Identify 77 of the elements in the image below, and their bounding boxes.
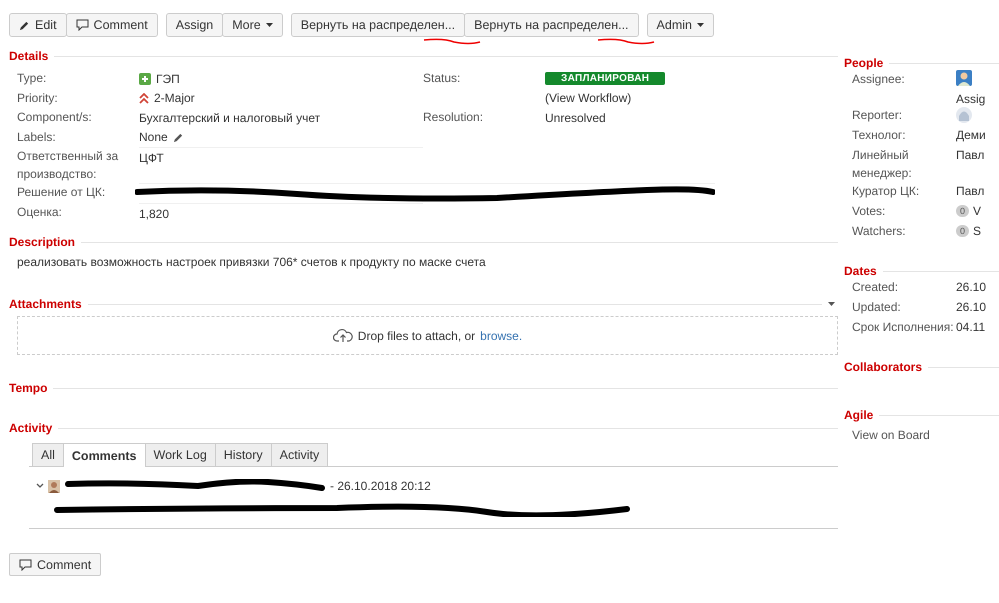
field-label: Reporter:: [852, 107, 904, 124]
cloud-upload-icon: [332, 328, 353, 343]
toolbar-button[interactable]: Admin: [646, 13, 714, 37]
field-value: S: [973, 224, 982, 238]
comment-icon: [19, 558, 32, 570]
field-value: Павл: [956, 148, 984, 162]
field-value: Бухгалтерский и налоговый учет: [139, 110, 320, 124]
count-badge: 0: [956, 225, 970, 237]
description-text: реализовать возможность настроек привязки 706* счетов к продукту по маске счета: [17, 255, 487, 269]
drop-zone[interactable]: Drop files to attach, or browse.: [17, 316, 838, 355]
field-label: Технолог:: [852, 127, 907, 144]
field-label: Component/s:: [17, 109, 93, 126]
status-badge: ЗАПЛАНИРОВАН: [545, 72, 666, 85]
field-value: Unresolved: [545, 110, 606, 124]
browse-link[interactable]: browse.: [480, 328, 522, 342]
field-value: 04.11: [956, 319, 986, 336]
field-label: Resolution:: [423, 109, 484, 126]
activity-tab[interactable]: Work Log: [144, 443, 216, 466]
drop-text: Drop files to attach, or: [358, 328, 476, 342]
activity-tab[interactable]: Activity: [270, 443, 328, 466]
comment-icon: [76, 19, 89, 31]
field-label: Votes:: [852, 203, 886, 220]
section-heading: Collaborators: [844, 360, 922, 374]
field-label: Линейный менеджер:: [852, 147, 913, 182]
field-label: Assignee:: [852, 71, 906, 88]
field-value: 2-Major: [154, 91, 195, 105]
field-label: Ответственный за производство:: [17, 148, 120, 183]
section-heading: Agile: [844, 408, 874, 422]
avatar-icon: [48, 480, 60, 492]
section-heading: Details: [9, 49, 48, 63]
section-heading: Activity: [9, 421, 52, 435]
activity-tab[interactable]: All: [32, 443, 64, 466]
field-label: Куратор ЦК:: [852, 183, 920, 200]
chevron-icon[interactable]: [36, 483, 44, 489]
field-label: Created:: [852, 279, 900, 296]
field-label: Updated:: [852, 299, 902, 316]
field-value: ГЭП: [156, 72, 180, 86]
field-value: Assig: [956, 92, 986, 106]
field-value: Деми: [956, 128, 986, 142]
plus-icon: [139, 72, 151, 84]
field-label: Labels:: [17, 128, 57, 146]
section-heading: Attachments: [9, 297, 82, 311]
avatar-icon: [956, 70, 972, 86]
activity-tab[interactable]: History: [214, 443, 272, 466]
field-label: Watchers:: [852, 223, 907, 240]
count-badge: 0: [956, 205, 970, 217]
field-label: Status:: [423, 70, 462, 87]
field-value: 26.10: [956, 279, 988, 296]
toolbar-button[interactable]: Comment: [66, 13, 158, 37]
view-on-board-link[interactable]: View on Board: [844, 422, 999, 442]
section-heading: People: [844, 56, 884, 70]
pencil-icon: [19, 20, 30, 30]
toolbar-button[interactable]: Assign: [166, 13, 224, 37]
avatar-icon: [956, 107, 972, 123]
caret-icon[interactable]: [828, 302, 835, 306]
toolbar-button[interactable]: Edit: [9, 13, 67, 37]
field-label: Срок Исполнения:: [852, 319, 955, 336]
field-value: 26.10: [956, 299, 988, 316]
field-value: 1,820: [139, 206, 170, 220]
field-value: Павл: [956, 184, 984, 198]
field-value: None: [139, 130, 168, 144]
pencil-icon[interactable]: [172, 132, 184, 142]
field-label: Type:: [17, 70, 48, 87]
section-heading: Description: [9, 235, 76, 249]
field-label: Priority:: [17, 90, 59, 106]
field-label: Решение от ЦК:: [17, 184, 106, 201]
toolbar-button[interactable]: More: [222, 13, 283, 37]
field-value: V: [973, 204, 982, 218]
field-label: Оценка:: [17, 204, 63, 221]
comment-button[interactable]: Comment: [9, 553, 102, 576]
activity-tab[interactable]: Comments: [62, 443, 146, 467]
field-value: (View Workflow): [545, 91, 632, 105]
comment-date: - 26.10.2018 20:12: [330, 479, 431, 493]
section-heading: Dates: [844, 264, 877, 278]
double-chevron-icon: [139, 92, 149, 104]
section-heading: Tempo: [9, 381, 48, 395]
field-value: ЦФТ: [139, 150, 164, 164]
